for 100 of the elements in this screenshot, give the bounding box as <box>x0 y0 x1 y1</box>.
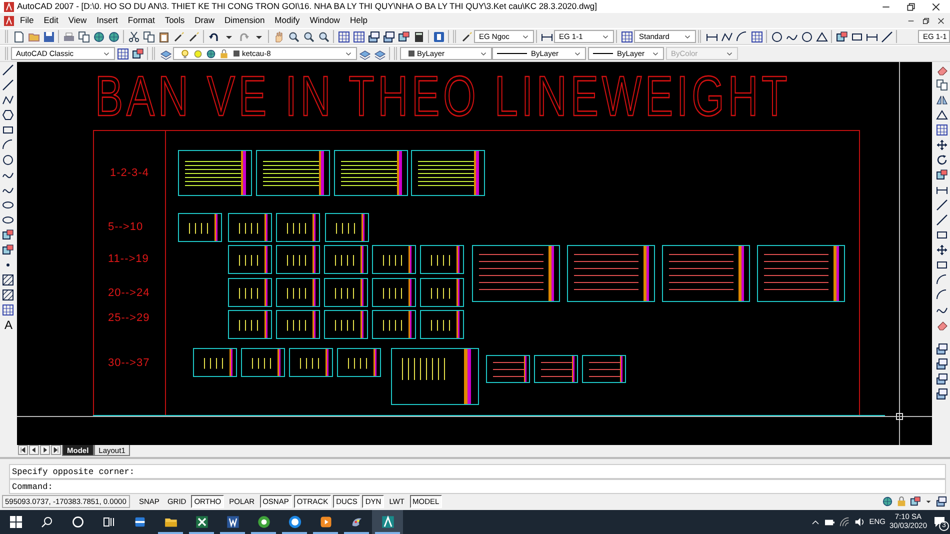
close-icon[interactable] <box>930 2 940 12</box>
block-icon[interactable] <box>2 244 14 256</box>
grid-icon[interactable] <box>936 124 948 136</box>
triangle-icon[interactable] <box>816 30 828 42</box>
hatch-icon[interactable] <box>2 274 14 286</box>
rectangle-icon[interactable] <box>936 259 948 271</box>
copy-icon[interactable] <box>936 79 948 91</box>
search-icon[interactable] <box>40 516 52 528</box>
polyline-icon[interactable] <box>720 30 732 42</box>
line-icon[interactable] <box>880 30 892 42</box>
windows-start-icon[interactable] <box>10 516 22 528</box>
arc-icon[interactable] <box>936 274 948 286</box>
page-icon[interactable] <box>12 30 24 42</box>
arc-icon[interactable] <box>736 30 748 42</box>
wifi-icon[interactable] <box>839 517 850 527</box>
ellipse-icon[interactable] <box>2 199 14 211</box>
restore-icon[interactable] <box>922 16 930 24</box>
previous-tab-icon[interactable] <box>30 446 38 454</box>
line-icon[interactable] <box>936 214 948 226</box>
block-icon[interactable] <box>936 169 948 181</box>
folder-icon[interactable] <box>28 30 40 42</box>
triangle-icon[interactable] <box>936 109 948 121</box>
scissors-icon[interactable] <box>128 30 140 42</box>
printer-icon[interactable] <box>62 30 74 42</box>
arc-icon[interactable] <box>2 139 14 151</box>
circle-icon[interactable] <box>800 30 812 42</box>
stacked-windows-icon[interactable] <box>368 30 380 42</box>
stacked-windows-icon[interactable] <box>936 496 946 507</box>
block-icon[interactable] <box>398 30 410 42</box>
menu-item[interactable]: Tools <box>160 14 190 27</box>
last-tab-icon[interactable] <box>52 446 60 454</box>
menu-item[interactable]: Edit <box>38 14 64 27</box>
grid-icon[interactable] <box>2 304 14 316</box>
mirror-icon[interactable] <box>936 94 948 106</box>
battery-icon[interactable] <box>824 518 836 526</box>
polygon-icon[interactable] <box>2 109 14 121</box>
menu-item[interactable]: Window <box>304 14 345 27</box>
clipboard-icon[interactable] <box>158 30 170 42</box>
magnifier-icon[interactable] <box>318 30 330 42</box>
stacked-windows-icon[interactable] <box>936 343 948 355</box>
close-icon[interactable] <box>936 16 944 24</box>
move-icon[interactable] <box>936 244 948 256</box>
dimension-icon[interactable] <box>936 184 948 196</box>
undo-icon[interactable] <box>208 30 220 42</box>
restore-icon[interactable] <box>906 2 916 12</box>
copy-icon[interactable] <box>78 30 90 42</box>
move-icon[interactable] <box>936 139 948 151</box>
task-view-icon[interactable] <box>102 516 114 528</box>
hatch-icon[interactable] <box>2 289 14 301</box>
help-icon[interactable] <box>432 30 444 42</box>
text-tool[interactable]: A <box>4 319 12 331</box>
grid-icon[interactable] <box>338 30 350 42</box>
block-icon[interactable] <box>132 48 144 60</box>
menu-item[interactable]: Modify <box>270 14 305 27</box>
rectangle-icon[interactable] <box>936 229 948 241</box>
drawing-canvas[interactable]: BAN VE IN THEO LINEWEIGHT 1-2-3-4 5-->10 11-->19 20-->24 25-->29 30-->37 <box>16 62 932 445</box>
rotate-icon[interactable] <box>936 154 948 166</box>
ellipse-icon[interactable] <box>2 214 14 226</box>
taskbar-app-button[interactable] <box>372 510 403 534</box>
globe-icon[interactable] <box>92 30 104 42</box>
menu-item[interactable]: Format <box>122 14 160 27</box>
grid-icon[interactable] <box>352 30 364 42</box>
speaker-icon[interactable] <box>854 517 866 527</box>
menu-item[interactable]: Dimension <box>220 14 270 27</box>
stacked-windows-icon[interactable] <box>936 388 948 400</box>
stacked-windows-icon[interactable] <box>382 30 394 42</box>
grid-icon[interactable] <box>620 30 632 42</box>
magnifier-icon[interactable] <box>288 30 300 42</box>
padlock-icon[interactable] <box>896 496 906 507</box>
next-tab-icon[interactable] <box>41 446 49 454</box>
menu-item[interactable]: Draw <box>190 14 220 27</box>
line-icon[interactable] <box>936 199 948 211</box>
calculator-icon[interactable] <box>412 30 424 42</box>
grid-icon[interactable] <box>116 48 128 60</box>
menu-item[interactable]: Insert <box>92 14 123 27</box>
brush-icon[interactable] <box>188 30 200 42</box>
stacked-windows-icon[interactable] <box>936 373 948 385</box>
globe-icon[interactable] <box>882 496 892 507</box>
chevron-up-icon[interactable] <box>811 518 820 526</box>
globe-icon[interactable] <box>108 30 120 42</box>
arc-icon[interactable] <box>936 289 948 301</box>
circle-icon[interactable] <box>770 30 782 42</box>
first-tab-icon[interactable] <box>19 446 27 454</box>
rectangle-icon[interactable] <box>850 30 862 42</box>
block-icon[interactable] <box>836 30 848 42</box>
brush-icon[interactable] <box>172 30 184 42</box>
rectangle-icon[interactable] <box>2 124 14 136</box>
line-icon[interactable] <box>2 64 14 76</box>
polyline-icon[interactable] <box>2 94 14 106</box>
eraser-icon[interactable] <box>936 319 948 331</box>
circle-icon[interactable] <box>2 154 14 166</box>
stacked-windows-icon[interactable] <box>936 358 948 370</box>
copy-icon[interactable] <box>142 30 154 42</box>
menu-item[interactable]: Help <box>344 14 372 27</box>
block-icon[interactable] <box>2 229 14 241</box>
line-icon[interactable] <box>2 79 14 91</box>
block-icon[interactable] <box>910 496 920 507</box>
menu-item[interactable]: View <box>63 14 92 27</box>
grid-icon[interactable] <box>750 30 762 42</box>
magnifier-icon[interactable] <box>302 30 314 42</box>
